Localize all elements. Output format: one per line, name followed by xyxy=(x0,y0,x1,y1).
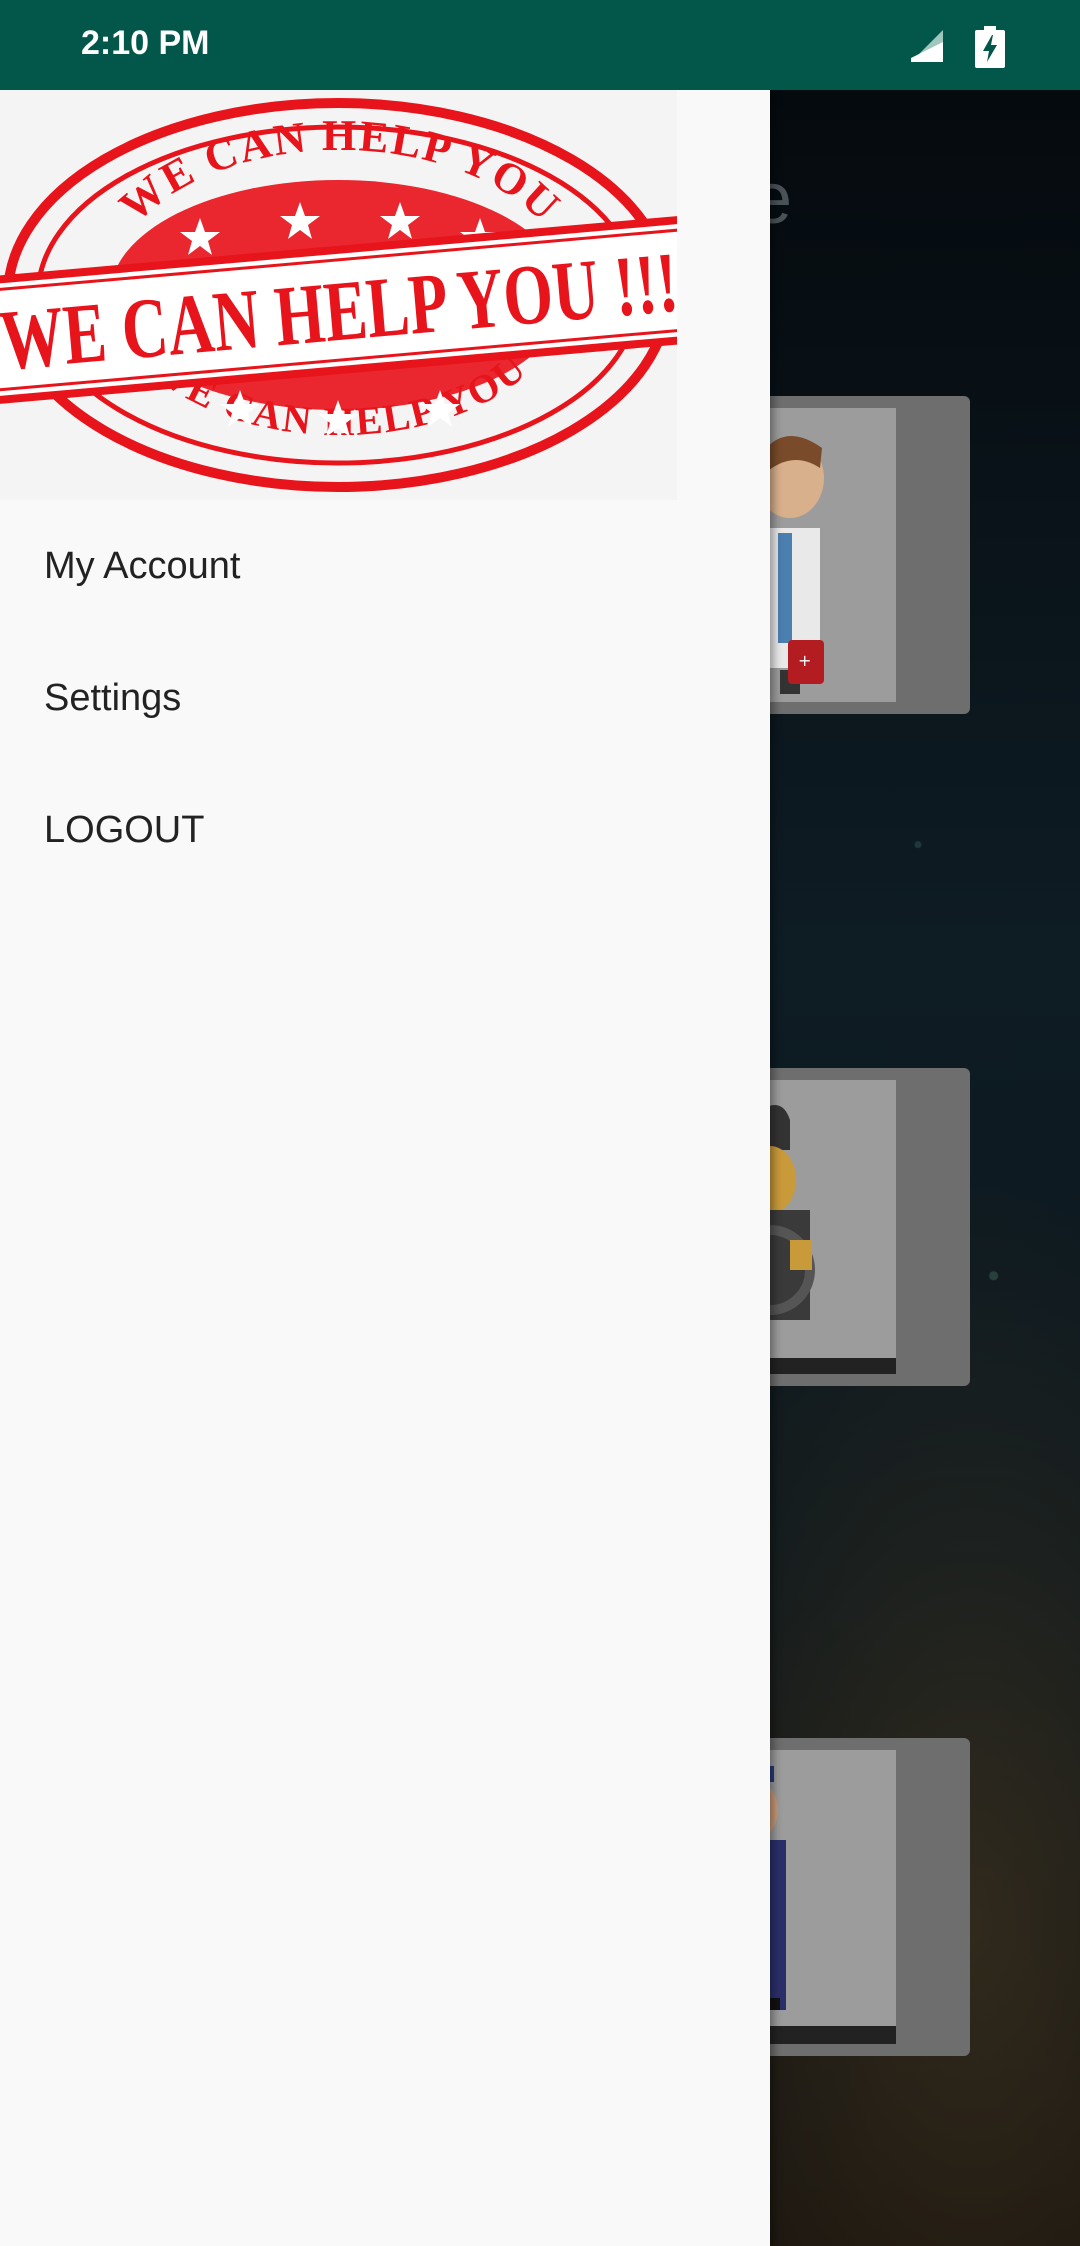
police-image xyxy=(742,1750,896,2044)
drawer-header-logo: WE CAN HELP YOU WE CAN HELP YOU WE CAN H… xyxy=(0,90,677,500)
menu-item-label: LOGOUT xyxy=(44,808,205,851)
driver-image xyxy=(725,1080,896,1374)
menu-item-my-account[interactable]: My Account xyxy=(0,500,770,632)
navigation-drawer: WE CAN HELP YOU WE CAN HELP YOU WE CAN H… xyxy=(0,90,770,2246)
status-bar: 2:10 PM xyxy=(0,0,1080,90)
doctor-image: + xyxy=(750,408,896,702)
svg-text:+: + xyxy=(798,651,811,670)
menu-item-logout[interactable]: LOGOUT xyxy=(0,764,770,896)
status-time: 2:10 PM xyxy=(81,24,210,62)
we-can-help-you-stamp-logo: WE CAN HELP YOU WE CAN HELP YOU WE CAN H… xyxy=(0,98,677,492)
battery-charging-icon xyxy=(975,26,1005,68)
menu-item-label: My Account xyxy=(44,544,241,587)
drawer-menu: My Account Settings LOGOUT xyxy=(0,500,770,896)
menu-item-settings[interactable]: Settings xyxy=(0,632,770,764)
menu-item-label: Settings xyxy=(44,676,182,719)
signal-icon xyxy=(911,30,943,62)
